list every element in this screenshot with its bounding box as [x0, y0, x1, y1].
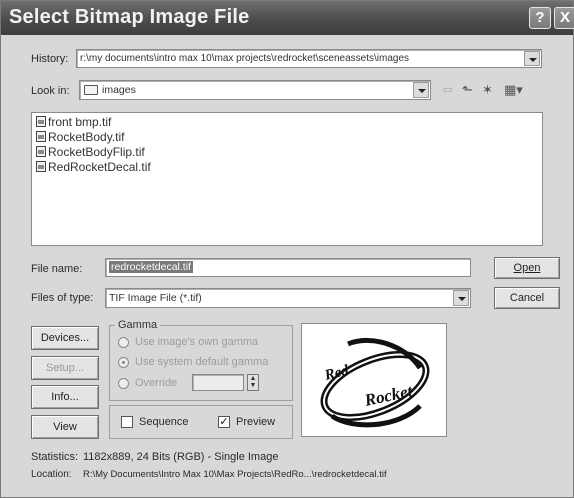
- lookin-label: Look in:: [31, 85, 70, 97]
- back-icon[interactable]: ⇦: [442, 82, 453, 98]
- view-button[interactable]: View: [31, 415, 99, 439]
- gamma-own-radio[interactable]: [118, 337, 129, 348]
- preview-label: Preview: [236, 416, 276, 428]
- location-value: R:\My Documents\Intro Max 10\Max Project…: [83, 469, 387, 480]
- history-label: History:: [31, 53, 69, 65]
- dialog-title: Select Bitmap Image File: [9, 6, 250, 28]
- sequence-label: Sequence: [139, 416, 189, 428]
- gamma-system-label: Use system default gamma: [135, 356, 269, 368]
- history-dropdown-arrow[interactable]: [524, 51, 540, 66]
- filename-label: File name:: [31, 263, 83, 275]
- statistics-value: 1182x889, 24 Bits (RGB) - Single Image: [83, 451, 279, 463]
- gamma-spinner[interactable]: ▲ ▼: [247, 374, 259, 391]
- lookin-value: images: [102, 84, 136, 96]
- folder-icon: [84, 85, 98, 95]
- info-button[interactable]: Info...: [31, 385, 99, 409]
- sequence-checkbox[interactable]: [121, 416, 133, 428]
- view-menu-icon[interactable]: ▦▾: [504, 82, 523, 98]
- gamma-title: Gamma: [115, 319, 161, 331]
- filename-value: redrocketdecal.tif: [109, 261, 193, 273]
- statistics-label: Statistics:: [31, 451, 79, 463]
- red-rocket-logo: Red Rocket: [320, 338, 430, 428]
- filetype-dropdown-arrow[interactable]: [453, 290, 469, 306]
- lookin-dropdown-arrow[interactable]: [413, 82, 429, 98]
- history-value: r:\my documents\intro max 10\max project…: [80, 53, 410, 64]
- history-dropdown[interactable]: r:\my documents\intro max 10\max project…: [76, 49, 542, 68]
- tif-file-icon: [36, 116, 46, 127]
- file-list[interactable]: front bmp.tif RocketBody.tif RocketBodyF…: [31, 112, 543, 246]
- tif-file-icon: [36, 146, 46, 157]
- filetype-label: Files of type:: [31, 292, 94, 304]
- image-preview: Red Rocket: [301, 323, 447, 437]
- filename-input[interactable]: redrocketdecal.tif: [105, 258, 471, 277]
- setup-button[interactable]: Setup...: [31, 356, 99, 380]
- devices-button[interactable]: Devices...: [31, 326, 99, 350]
- list-item[interactable]: front bmp.tif: [36, 115, 111, 130]
- gamma-own-label: Use image's own gamma: [135, 336, 259, 348]
- lookin-dropdown[interactable]: images: [79, 80, 431, 100]
- list-item[interactable]: RocketBodyFlip.tif: [36, 145, 145, 160]
- new-folder-icon[interactable]: ✶: [482, 82, 493, 98]
- list-item[interactable]: RedRocketDecal.tif: [36, 160, 151, 175]
- help-button[interactable]: ?: [529, 7, 551, 29]
- up-folder-icon[interactable]: ⬑: [462, 82, 473, 98]
- close-button[interactable]: X: [554, 7, 574, 29]
- filetype-dropdown[interactable]: TIF Image File (*.tif): [105, 288, 471, 308]
- gamma-system-radio[interactable]: [118, 357, 129, 368]
- tif-file-icon: [36, 131, 46, 142]
- gamma-override-radio[interactable]: [118, 378, 129, 389]
- svg-text:Red: Red: [322, 362, 351, 384]
- gamma-override-label: Override: [135, 377, 178, 389]
- gamma-override-input[interactable]: [192, 374, 244, 391]
- preview-checkbox[interactable]: ✓: [218, 416, 230, 428]
- location-label: Location:: [31, 469, 72, 480]
- cancel-button[interactable]: Cancel: [494, 287, 560, 309]
- title-bar[interactable]: Select Bitmap Image File ? X: [1, 1, 574, 35]
- filetype-value: TIF Image File (*.tif): [109, 292, 202, 304]
- list-item[interactable]: RocketBody.tif: [36, 130, 124, 145]
- select-bitmap-dialog: Select Bitmap Image File ? X History: r:…: [0, 0, 574, 498]
- open-button[interactable]: Open: [494, 257, 560, 279]
- tif-file-icon: [36, 161, 46, 172]
